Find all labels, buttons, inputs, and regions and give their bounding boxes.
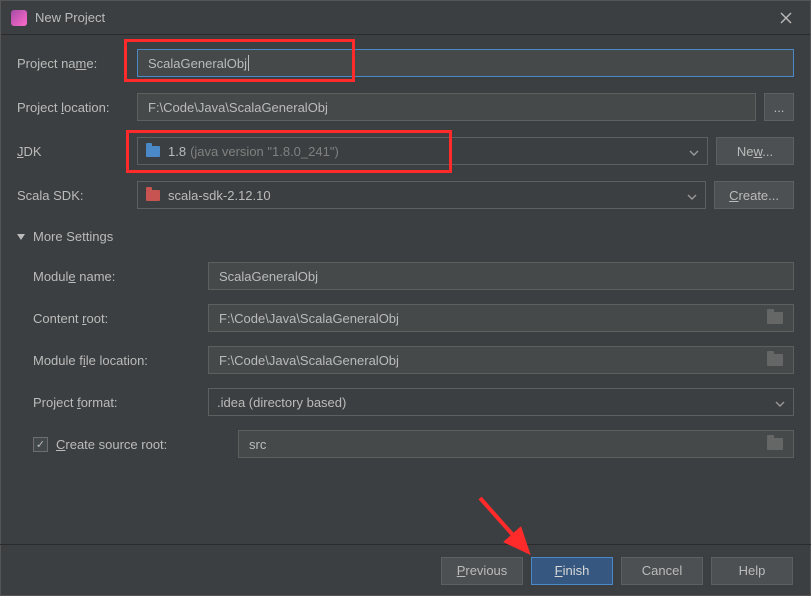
app-icon (11, 10, 27, 26)
chevron-down-icon (689, 144, 699, 159)
window-title: New Project (35, 10, 772, 25)
ellipsis-icon: ... (774, 100, 785, 115)
folder-icon[interactable] (767, 438, 783, 450)
chevron-down-icon (775, 395, 785, 410)
module-name-input[interactable]: ScalaGeneralObj (208, 262, 794, 290)
module-file-location-input[interactable]: F:\Code\Java\ScalaGeneralObj (208, 346, 794, 374)
project-name-input[interactable]: ScalaGeneralObj (137, 49, 794, 77)
scala-sdk-create-button[interactable]: Create... (714, 181, 794, 209)
cancel-button[interactable]: Cancel (621, 557, 703, 585)
project-format-dropdown[interactable]: .idea (directory based) (208, 388, 794, 416)
folder-icon (146, 146, 160, 157)
finish-button[interactable]: Finish (531, 557, 613, 585)
folder-icon (146, 190, 160, 201)
jdk-label: JDK (17, 144, 137, 159)
folder-icon[interactable] (767, 354, 783, 366)
content-root-label: Content root: (33, 311, 208, 326)
create-source-root-checkbox[interactable]: ✓ (33, 437, 48, 452)
project-location-browse-button[interactable]: ... (764, 93, 794, 121)
previous-button[interactable]: Previous (441, 557, 523, 585)
more-settings-toggle[interactable]: More Settings (17, 229, 794, 244)
close-button[interactable] (772, 4, 800, 32)
source-root-input[interactable]: src (238, 430, 794, 458)
module-name-label: Module name: (33, 269, 208, 284)
scala-sdk-dropdown[interactable]: scala-sdk-2.12.10 (137, 181, 706, 209)
project-format-label: Project format: (33, 395, 208, 410)
folder-icon[interactable] (767, 312, 783, 324)
jdk-dropdown[interactable]: 1.8 (java version "1.8.0_241") (137, 137, 708, 165)
close-icon (780, 12, 792, 24)
project-location-input[interactable]: F:\Code\Java\ScalaGeneralObj (137, 93, 756, 121)
module-file-location-label: Module file location: (33, 353, 208, 368)
chevron-down-icon (687, 188, 697, 203)
jdk-new-button[interactable]: New... (716, 137, 794, 165)
chevron-down-icon (17, 234, 25, 240)
help-button[interactable]: Help (711, 557, 793, 585)
project-name-label: Project name: (17, 56, 137, 71)
create-source-root-label: Create source root: (56, 437, 167, 452)
content-root-input[interactable]: F:\Code\Java\ScalaGeneralObj (208, 304, 794, 332)
scala-sdk-label: Scala SDK: (17, 188, 137, 203)
project-location-label: Project location: (17, 100, 137, 115)
